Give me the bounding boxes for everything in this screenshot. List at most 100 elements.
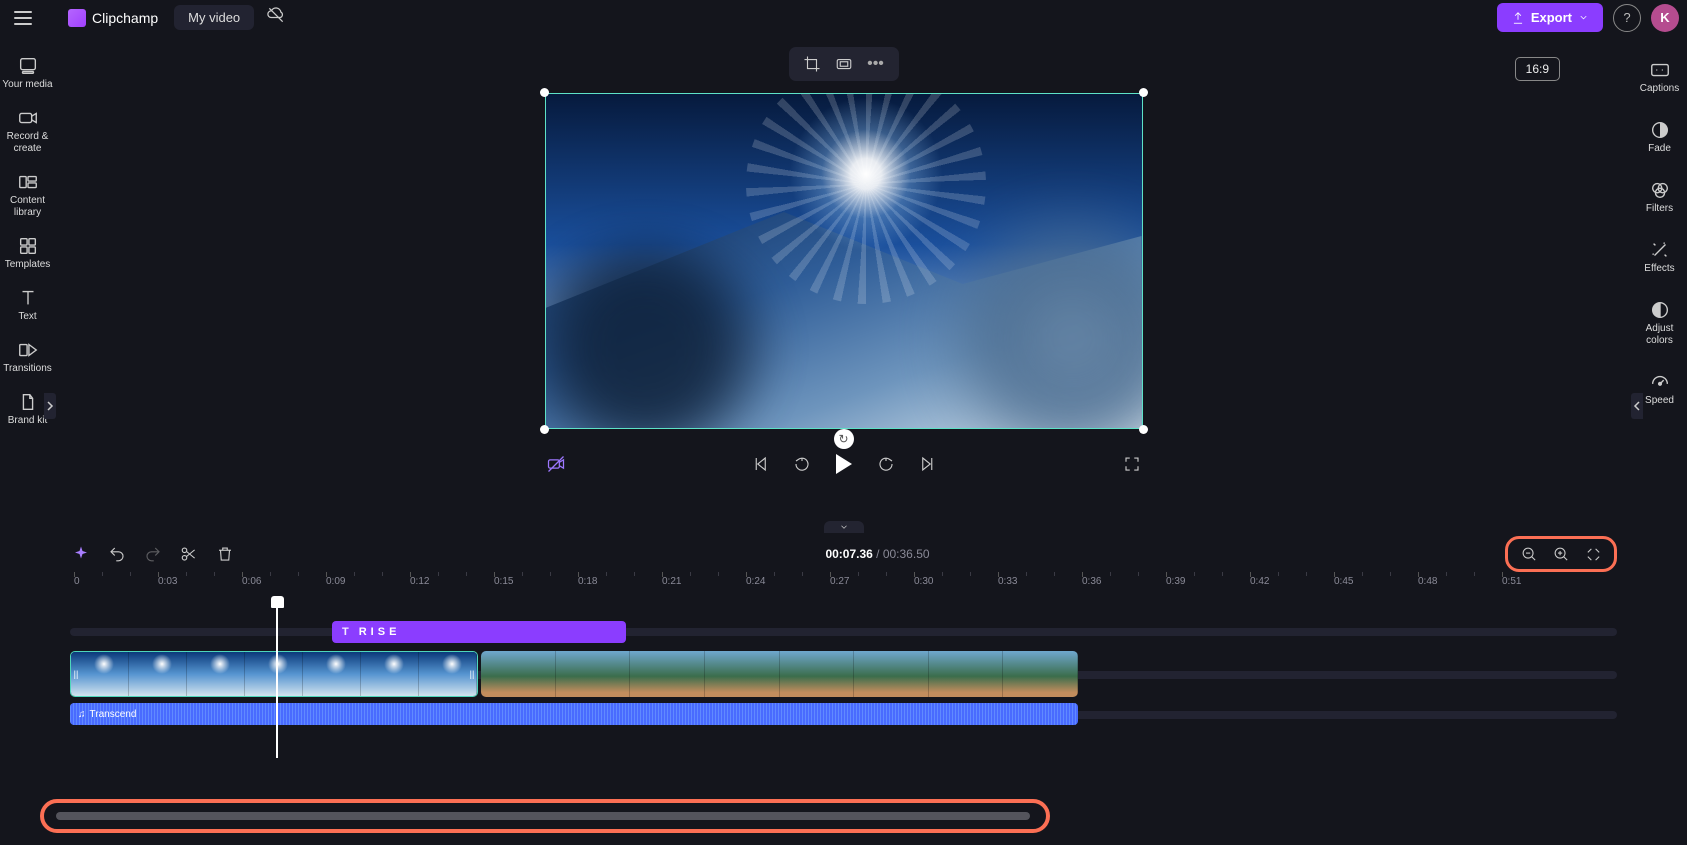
redo-button[interactable] <box>142 543 164 565</box>
clip-thumbnail <box>303 652 361 696</box>
sidebar-item-captions[interactable]: Captions <box>1632 51 1687 111</box>
aspect-ratio-button[interactable]: 16:9 <box>1515 57 1560 81</box>
clip-thumbnail <box>556 651 631 697</box>
clip-trim-right[interactable]: || <box>467 652 477 696</box>
project-name-input[interactable]: My video <box>174 5 254 30</box>
brand-kit-icon <box>17 391 39 413</box>
sidebar-item-fade[interactable]: Fade <box>1632 111 1687 171</box>
clipchamp-logo-icon <box>68 9 86 27</box>
more-options-button[interactable]: ••• <box>867 55 885 73</box>
fade-icon <box>1649 119 1671 141</box>
clip-thumbnail <box>854 651 929 697</box>
clip-thumbnail <box>630 651 705 697</box>
export-button[interactable]: Export <box>1497 3 1603 32</box>
fullscreen-button[interactable] <box>1121 453 1143 475</box>
zoom-fit-button[interactable] <box>1582 543 1604 565</box>
export-button-label: Export <box>1531 10 1572 25</box>
help-button[interactable]: ? <box>1613 4 1641 32</box>
sidebar-item-content-library[interactable]: Content library <box>0 165 55 229</box>
sidebar-item-text[interactable]: Text <box>0 281 55 333</box>
preview-canvas[interactable] <box>545 93 1143 429</box>
scrollbar-annotation <box>40 799 1050 833</box>
undo-button[interactable] <box>106 543 128 565</box>
filters-icon <box>1649 179 1671 201</box>
menu-button[interactable] <box>8 3 38 33</box>
rotate-handle[interactable]: ↻ <box>834 429 854 449</box>
clip-thumbnail <box>361 652 419 696</box>
skip-end-button[interactable] <box>917 453 939 475</box>
sidebar-item-label: Adjust colors <box>1646 323 1674 346</box>
expand-right-panel-button[interactable] <box>1631 393 1643 419</box>
clip-thumbnail <box>929 651 1004 697</box>
sidebar-item-adjust-colors[interactable]: Adjust colors <box>1632 291 1687 363</box>
jump-forward-button[interactable] <box>875 453 897 475</box>
resize-handle-bottom-right[interactable] <box>1139 425 1148 434</box>
left-sidebar: Your media Record & create Content libra… <box>0 35 55 530</box>
ruler-tick: 0:51 <box>1502 576 1521 587</box>
sidebar-item-label: Captions <box>1640 83 1679 94</box>
sidebar-item-label: Fade <box>1648 143 1671 154</box>
content-library-icon <box>17 171 39 193</box>
clip-thumbnail <box>187 652 245 696</box>
skip-start-button[interactable] <box>749 453 771 475</box>
ai-tools-button[interactable] <box>70 543 92 565</box>
split-button[interactable] <box>178 543 200 565</box>
clip-thumbnail <box>481 651 556 697</box>
video-clip[interactable] <box>481 651 1078 697</box>
ruler-tick: 0:39 <box>1166 576 1185 587</box>
clip-thumbnail <box>780 651 855 697</box>
sidebar-item-label: Speed <box>1645 395 1674 406</box>
zoom-in-button[interactable] <box>1550 543 1572 565</box>
clip-thumbnail <box>1003 651 1078 697</box>
ruler-tick: 0:18 <box>578 576 597 587</box>
video-clip-selected[interactable]: || || <box>70 651 478 697</box>
music-note-icon: ♫ <box>78 709 86 720</box>
account-avatar[interactable]: K <box>1651 4 1679 32</box>
sidebar-item-your-media[interactable]: Your media <box>0 49 55 101</box>
preview-area: ••• 16:9 ↻ <box>55 35 1632 530</box>
captions-icon <box>1649 59 1671 81</box>
timeline-tracks: T RISE || || ♫ Tr <box>70 598 1617 758</box>
zoom-out-button[interactable] <box>1518 543 1540 565</box>
camera-icon <box>17 107 39 129</box>
right-sidebar: Captions Fade Filters Effects Adjust col… <box>1632 35 1687 530</box>
canvas-wrapper: ↻ <box>545 93 1143 429</box>
resize-handle-top-right[interactable] <box>1139 88 1148 97</box>
clip-trim-left[interactable]: || <box>71 652 81 696</box>
crop-button[interactable] <box>803 55 821 73</box>
timeline-ruler[interactable]: 00:030:060:090:120:150:180:210:240:270:3… <box>70 572 1617 598</box>
audio-clip[interactable]: ♫ Transcend <box>70 703 1078 725</box>
ruler-tick: 0:03 <box>158 576 177 587</box>
sidebar-item-templates[interactable]: Templates <box>0 229 55 281</box>
fill-fit-button[interactable] <box>835 55 853 73</box>
remove-effects-button[interactable] <box>545 453 567 475</box>
templates-icon <box>17 235 39 257</box>
total-time: 00:36.50 <box>883 547 930 561</box>
sidebar-item-filters[interactable]: Filters <box>1632 171 1687 231</box>
timeline: 00:07.36 / 00:36.50 00:030:060:090:120:1… <box>0 530 1687 845</box>
playhead[interactable] <box>276 598 278 758</box>
play-button[interactable] <box>833 453 855 475</box>
current-time: 00:07.36 <box>825 547 872 561</box>
sidebar-item-effects[interactable]: Effects <box>1632 231 1687 291</box>
sidebar-item-label: Templates <box>5 259 51 270</box>
speed-icon <box>1649 371 1671 393</box>
text-clip[interactable]: T RISE <box>332 621 626 643</box>
sidebar-item-label: Transitions <box>3 363 52 374</box>
time-separator: / <box>873 547 883 561</box>
audio-clip-label: Transcend <box>90 709 137 720</box>
cloud-sync-off-icon[interactable] <box>266 5 286 30</box>
sidebar-item-label: Effects <box>1644 263 1674 274</box>
sidebar-item-label: Your media <box>2 79 52 90</box>
sidebar-item-transitions[interactable]: Transitions <box>0 333 55 385</box>
timecode: 00:07.36 / 00:36.50 <box>250 547 1505 561</box>
preview-content <box>942 208 1143 429</box>
jump-back-button[interactable] <box>791 453 813 475</box>
timeline-collapse-button[interactable] <box>824 521 864 533</box>
sidebar-item-record-create[interactable]: Record & create <box>0 101 55 165</box>
resize-handle-top-left[interactable] <box>540 88 549 97</box>
sidebar-item-label: Record & create <box>7 131 49 154</box>
delete-button[interactable] <box>214 543 236 565</box>
preview-content <box>776 93 956 264</box>
resize-handle-bottom-left[interactable] <box>540 425 549 434</box>
